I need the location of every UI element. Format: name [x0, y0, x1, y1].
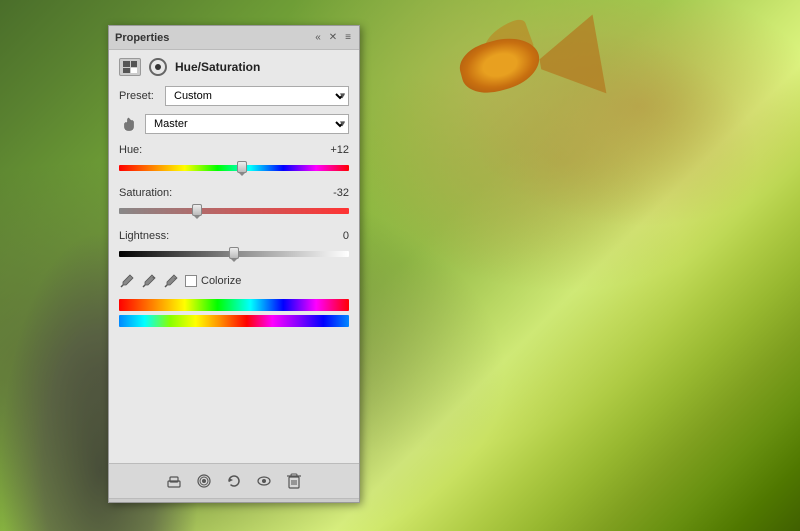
lightness-slider-container[interactable]: [119, 245, 349, 263]
clip-to-layer-button[interactable]: [163, 470, 185, 492]
saturation-slider-row: Saturation: -32: [119, 187, 349, 220]
empty-area: [119, 335, 349, 455]
saturation-slider-container[interactable]: [119, 202, 349, 220]
preset-select-wrapper: Custom Default Cyanotype Sepia Strong Sa…: [165, 86, 349, 106]
tools-row: + - Colorize: [119, 273, 349, 289]
eyedropper-add-icon[interactable]: +: [141, 273, 157, 289]
channel-row: Master Reds Yellows Greens Cyans Blues M…: [119, 114, 349, 134]
colorize-row: Colorize: [185, 275, 241, 287]
layer-icon: [119, 58, 141, 76]
lightness-slider-header: Lightness: 0: [119, 230, 349, 242]
hue-value: +12: [319, 144, 349, 156]
hue-saturation-title: Hue/Saturation: [175, 60, 260, 74]
reset-button[interactable]: [223, 470, 245, 492]
saturation-value: -32: [319, 187, 349, 199]
layer-icon-inner: [123, 61, 137, 73]
preset-row: Preset: Custom Default Cyanotype Sepia S…: [119, 86, 349, 106]
saturation-slider-header: Saturation: -32: [119, 187, 349, 199]
channel-select-wrapper: Master Reds Yellows Greens Cyans Blues M…: [145, 114, 349, 134]
collapse-button[interactable]: «: [313, 32, 323, 43]
hue-label: Hue:: [119, 144, 142, 156]
saturation-label: Saturation:: [119, 187, 172, 199]
svg-text:-: -: [174, 276, 176, 282]
lightness-thumb[interactable]: [229, 247, 239, 259]
panel-title: Properties: [115, 32, 169, 44]
menu-button[interactable]: ≡: [343, 32, 353, 43]
hue-track: [119, 165, 349, 171]
hue-thumb[interactable]: [237, 161, 247, 173]
preset-label: Preset:: [119, 90, 159, 102]
hue-slider-container[interactable]: [119, 159, 349, 177]
fish-area: [440, 20, 600, 140]
lightness-label: Lightness:: [119, 230, 169, 242]
spectrum-bar-top: [119, 299, 349, 311]
panel-body: Hue/Saturation Preset: Custom Default Cy…: [109, 50, 359, 463]
lightness-slider-row: Lightness: 0: [119, 230, 349, 263]
saturation-track: [119, 208, 349, 214]
hue-slider-header: Hue: +12: [119, 144, 349, 156]
lightness-value: 0: [319, 230, 349, 242]
properties-panel: Properties « ✕ ≡ Hue/Saturation Preset:: [108, 25, 360, 503]
visibility-eye-icon[interactable]: [149, 58, 167, 76]
eyedropper-sample-icon[interactable]: [119, 273, 135, 289]
previous-state-button[interactable]: [193, 470, 215, 492]
hue-saturation-header: Hue/Saturation: [119, 58, 349, 76]
preset-select[interactable]: Custom Default Cyanotype Sepia Strong Sa…: [165, 86, 349, 106]
panel-toolbar: [109, 463, 359, 498]
eyedropper-subtract-icon[interactable]: -: [163, 273, 179, 289]
hand-icon: [119, 114, 139, 134]
panel-controls: « ✕ ≡: [313, 32, 353, 43]
close-button[interactable]: ✕: [327, 32, 339, 43]
panel-titlebar: Properties « ✕ ≡: [109, 26, 359, 50]
delete-button[interactable]: [283, 470, 305, 492]
colorize-checkbox[interactable]: [185, 275, 197, 287]
spectrum-bar-bottom: [119, 315, 349, 327]
scrollbar[interactable]: [109, 498, 359, 502]
toggle-visibility-button[interactable]: [253, 470, 275, 492]
channel-select[interactable]: Master Reds Yellows Greens Cyans Blues M…: [145, 114, 349, 134]
svg-text:+: +: [152, 276, 156, 282]
colorize-label: Colorize: [201, 275, 241, 287]
hue-slider-row: Hue: +12: [119, 144, 349, 177]
saturation-thumb[interactable]: [192, 204, 202, 216]
